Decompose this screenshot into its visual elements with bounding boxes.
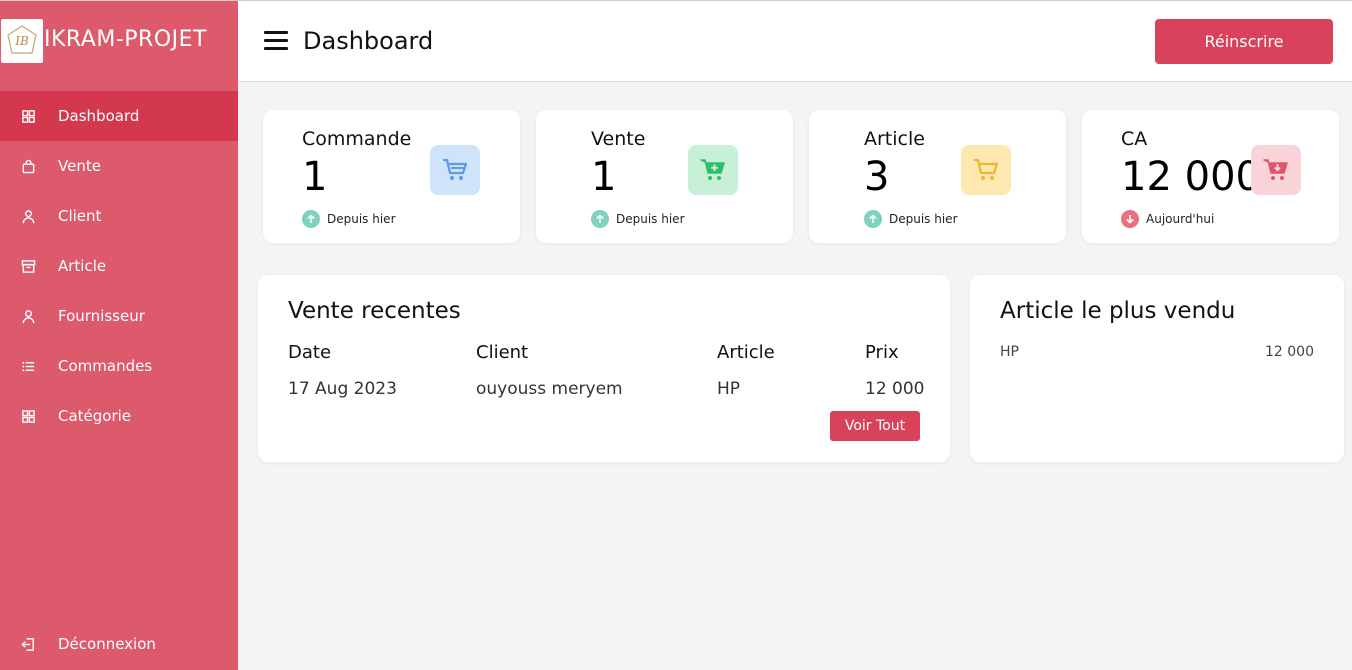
sidebar-item-dashboard[interactable]: Dashboard — [0, 91, 238, 141]
cell-article: HP — [717, 379, 741, 399]
sidebar-item-label: Article — [58, 257, 107, 275]
arrow-up-icon — [864, 210, 882, 228]
stat-trend: Depuis hier — [591, 210, 685, 228]
stat-value: 3 — [864, 154, 890, 200]
stat-trend-label: Depuis hier — [616, 212, 685, 226]
sidebar-item-label: Client — [58, 207, 102, 225]
voir-tout-button[interactable]: Voir Tout — [830, 411, 920, 441]
sidebar-item-commandes[interactable]: Commandes — [0, 341, 238, 391]
stat-card-vente: Vente 1 Depuis hier — [536, 110, 793, 243]
stat-label: Vente — [591, 128, 646, 150]
cell-date: 17 Aug 2023 — [288, 379, 397, 399]
cart-plus-icon — [688, 145, 738, 195]
stat-value: 12 000 — [1121, 154, 1261, 200]
best-seller-panel: Article le plus vendu HP 12 000 — [970, 275, 1344, 462]
stat-label: Article — [864, 128, 925, 150]
arrow-up-icon — [302, 210, 320, 228]
column-header-article: Article — [717, 342, 775, 363]
stat-trend-label: Depuis hier — [889, 212, 958, 226]
sidebar-item-vente[interactable]: Vente — [0, 141, 238, 191]
cell-prix: 12 000 — [865, 379, 925, 399]
arrow-up-icon — [591, 210, 609, 228]
grid-icon — [20, 108, 36, 124]
recent-sales-title: Vente recentes — [288, 298, 461, 324]
sidebar-item-fournisseur[interactable]: Fournisseur — [0, 291, 238, 341]
cart-icon — [430, 145, 480, 195]
best-seller-value: 12 000 — [1265, 344, 1314, 360]
column-header-date: Date — [288, 342, 332, 363]
cell-client: ouyouss meryem — [476, 379, 623, 399]
stat-label: CA — [1121, 128, 1148, 150]
brand-title: IKRAM-PROJET — [44, 27, 207, 52]
user-icon — [20, 208, 36, 224]
arrow-down-icon — [1121, 210, 1139, 228]
page-title: Dashboard — [303, 27, 434, 55]
stat-card-commande: Commande 1 Depuis hier — [263, 110, 520, 243]
stat-trend-label: Aujourd'hui — [1146, 212, 1215, 226]
top-header: Dashboard Réinscrire — [238, 1, 1352, 82]
logout-label: Déconnexion — [58, 635, 156, 653]
stat-value: 1 — [302, 154, 328, 200]
stat-trend: Depuis hier — [302, 210, 396, 228]
column-header-client: Client — [476, 342, 529, 363]
sidebar-item-label: Catégorie — [58, 407, 132, 425]
stat-trend: Aujourd'hui — [1121, 210, 1214, 228]
sidebar-item-categorie[interactable]: Catégorie — [0, 391, 238, 441]
hamburger-menu-icon[interactable] — [264, 31, 288, 51]
sidebar-nav: Dashboard Vente Client Article Fournisse… — [0, 91, 238, 441]
archive-icon — [20, 258, 36, 274]
sidebar-item-label: Commandes — [58, 357, 153, 375]
bag-icon — [20, 158, 36, 174]
stat-value: 1 — [591, 154, 617, 200]
logout-button[interactable]: Déconnexion — [0, 619, 238, 669]
recent-sales-panel: Vente recentes Date Client Article Prix … — [258, 275, 950, 462]
logout-icon — [20, 636, 36, 652]
svg-text:IB: IB — [14, 34, 29, 48]
best-seller-title: Article le plus vendu — [1000, 298, 1236, 324]
sidebar: IB IKRAM-PROJET Dashboard Vente Client A… — [0, 1, 238, 670]
reinscrire-button[interactable]: Réinscrire — [1155, 19, 1333, 64]
user-icon — [20, 308, 36, 324]
cart-down-icon — [1251, 145, 1301, 195]
logo-icon: IB — [1, 19, 43, 63]
stat-label: Commande — [302, 128, 412, 150]
brand: IB IKRAM-PROJET — [0, 1, 238, 81]
cart-icon — [961, 145, 1011, 195]
list-icon — [20, 358, 36, 374]
sidebar-item-label: Dashboard — [58, 107, 140, 125]
best-seller-name: HP — [1000, 344, 1019, 360]
stat-trend-label: Depuis hier — [327, 212, 396, 226]
stat-card-ca: CA 12 000 Aujourd'hui — [1082, 110, 1339, 243]
sidebar-item-client[interactable]: Client — [0, 191, 238, 241]
column-header-prix: Prix — [865, 342, 899, 363]
stat-trend: Depuis hier — [864, 210, 958, 228]
stat-card-article: Article 3 Depuis hier — [809, 110, 1066, 243]
grid-icon — [20, 408, 36, 424]
sidebar-item-label: Vente — [58, 157, 101, 175]
sidebar-item-article[interactable]: Article — [0, 241, 238, 291]
sidebar-item-label: Fournisseur — [58, 307, 145, 325]
